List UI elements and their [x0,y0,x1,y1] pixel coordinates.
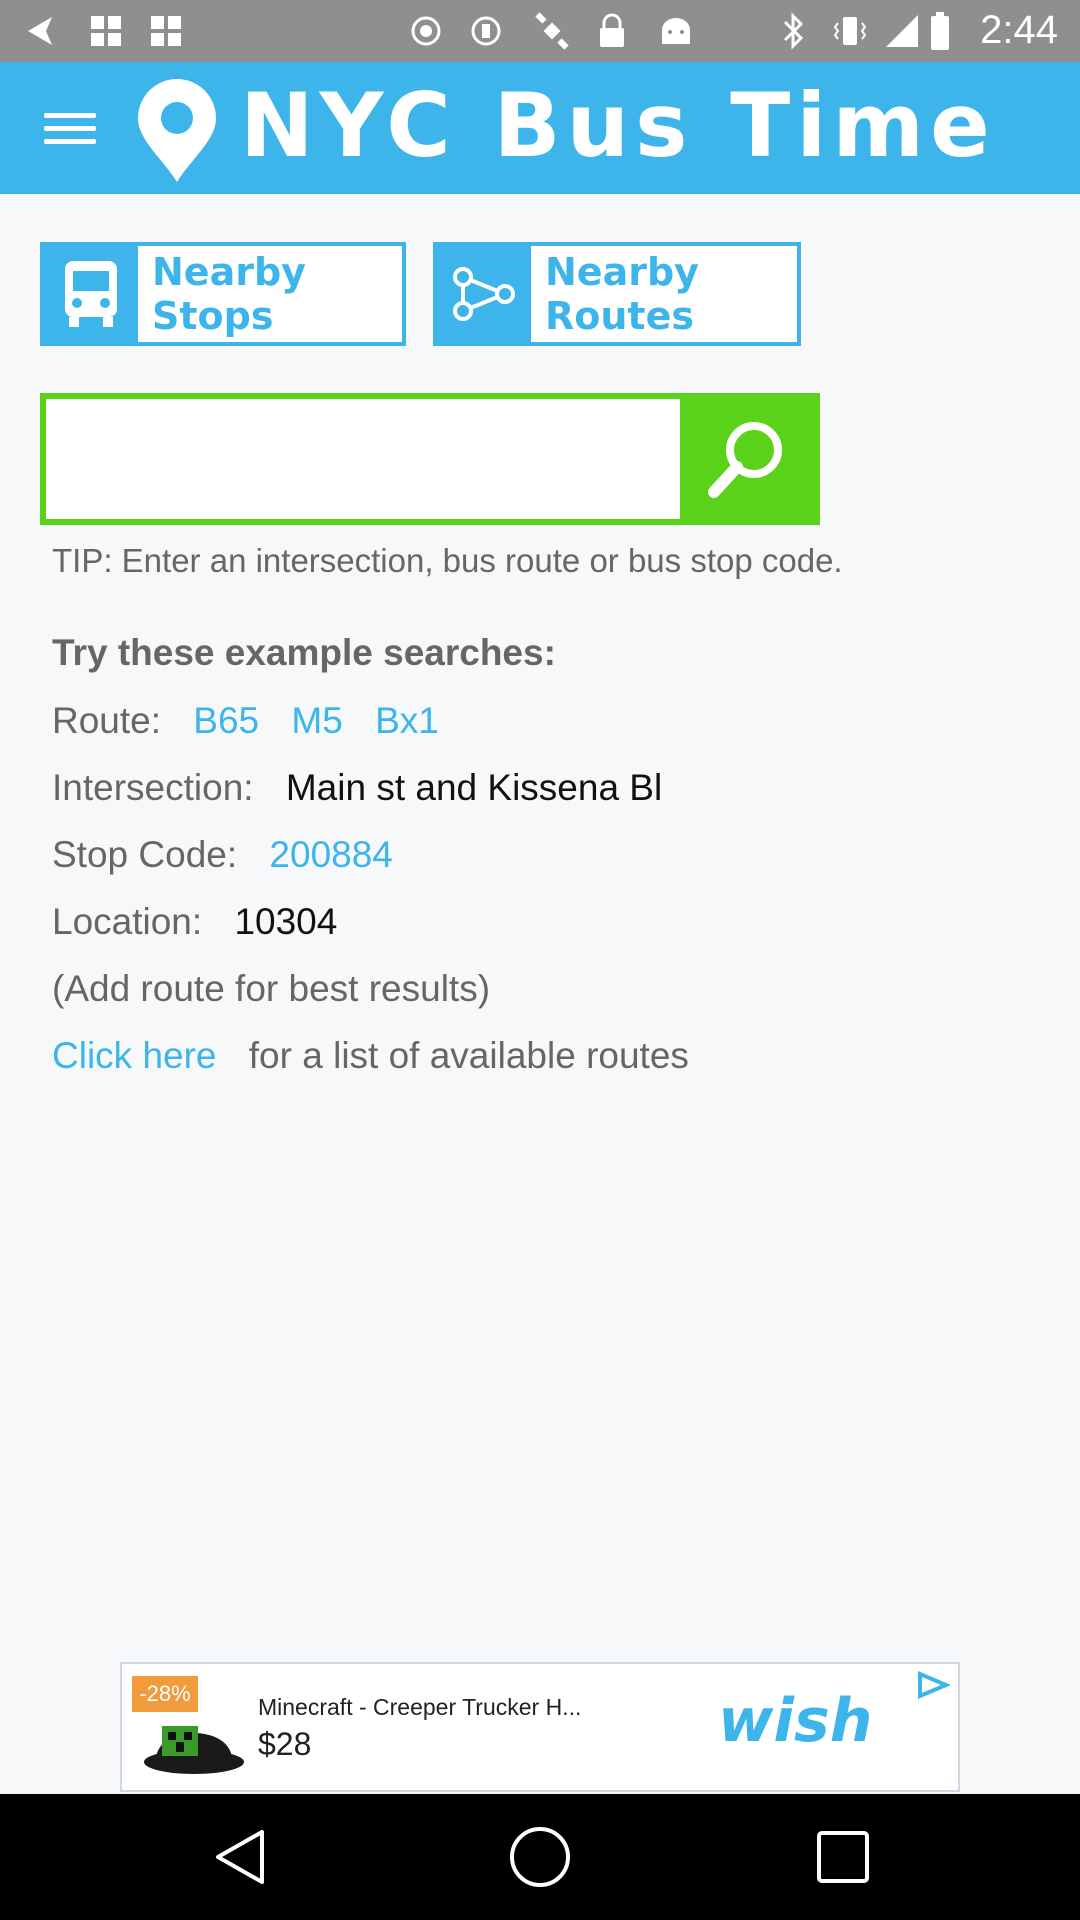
circle-icon [466,12,506,50]
route-hint: (Add route for best results) [52,968,491,1009]
route-example-bx1[interactable]: Bx1 [375,700,439,741]
back-arrow-icon [20,12,60,50]
route-label: Route: [52,700,162,741]
nearby-stops-button[interactable]: Nearby Stops [40,242,406,346]
home-icon[interactable] [505,1822,575,1892]
route-example-m5[interactable]: M5 [291,700,342,741]
back-icon[interactable] [206,1822,276,1892]
ad-product-image [134,1702,244,1782]
nearby-routes-label: Nearby Routes [545,250,699,338]
routes-list-row: Click here for a list of available route… [52,1035,689,1077]
location-example-row: Location: 10304 [52,901,337,943]
examples-heading: Try these example searches: [52,632,556,673]
bluetooth-icon [776,12,810,50]
bus-icon [44,246,138,342]
ad-title: Minecraft - Creeper Trucker H... [258,1694,582,1720]
grid-icon [146,12,186,50]
signal-icon [882,12,922,50]
route-example-b65[interactable]: B65 [193,700,259,741]
search-button[interactable] [680,399,814,519]
app-title: NYC Bus Time [240,74,996,177]
stop-code-example-row: Stop Code: 200884 [52,834,393,876]
click-here-link[interactable]: Click here [52,1035,217,1076]
search-icon [708,422,782,498]
app-bar: NYC Bus Time [0,62,1080,194]
map-pin-icon [132,78,222,184]
ad-brand-logo: wish [718,1686,873,1756]
stop-code-example[interactable]: 200884 [269,834,392,875]
stop-code-label: Stop Code: [52,834,238,875]
battery-icon [928,12,952,50]
grid-icon [86,12,126,50]
status-bar: 2:44 [0,0,1080,62]
ad-discount-badge: -28% [132,1676,198,1712]
recents-icon[interactable] [808,1822,878,1892]
location-label: Location: [52,901,203,942]
status-clock: 2:44 [980,8,1058,52]
android-icon [656,12,696,50]
ad-price: $28 [258,1726,312,1762]
intersection-example[interactable]: Main st and Kissena Bl [286,767,662,808]
navigation-bar [0,1794,1080,1920]
circle-icon [406,12,446,50]
location-example[interactable]: 10304 [234,901,337,942]
ad-banner[interactable]: -28% Minecraft - Creeper Trucker H... $2… [120,1662,960,1792]
vibrate-icon [830,12,870,50]
click-here-suffix: for a list of available routes [248,1035,689,1076]
lock-icon [594,12,630,50]
intersection-label: Intersection: [52,767,254,808]
route-share-icon [437,246,531,342]
ad-play-icon[interactable] [914,1670,952,1700]
nearby-stops-label: Nearby Stops [152,250,306,338]
route-example-row: Route: B65 M5 Bx1 [52,700,439,742]
hamburger-menu-icon[interactable] [44,102,100,154]
satellite-icon [530,12,574,50]
nearby-routes-button[interactable]: Nearby Routes [433,242,801,346]
intersection-example-row: Intersection: Main st and Kissena Bl [52,767,662,809]
search-tip: TIP: Enter an intersection, bus route or… [52,542,843,579]
search-box [40,393,820,525]
search-input[interactable] [46,399,680,519]
